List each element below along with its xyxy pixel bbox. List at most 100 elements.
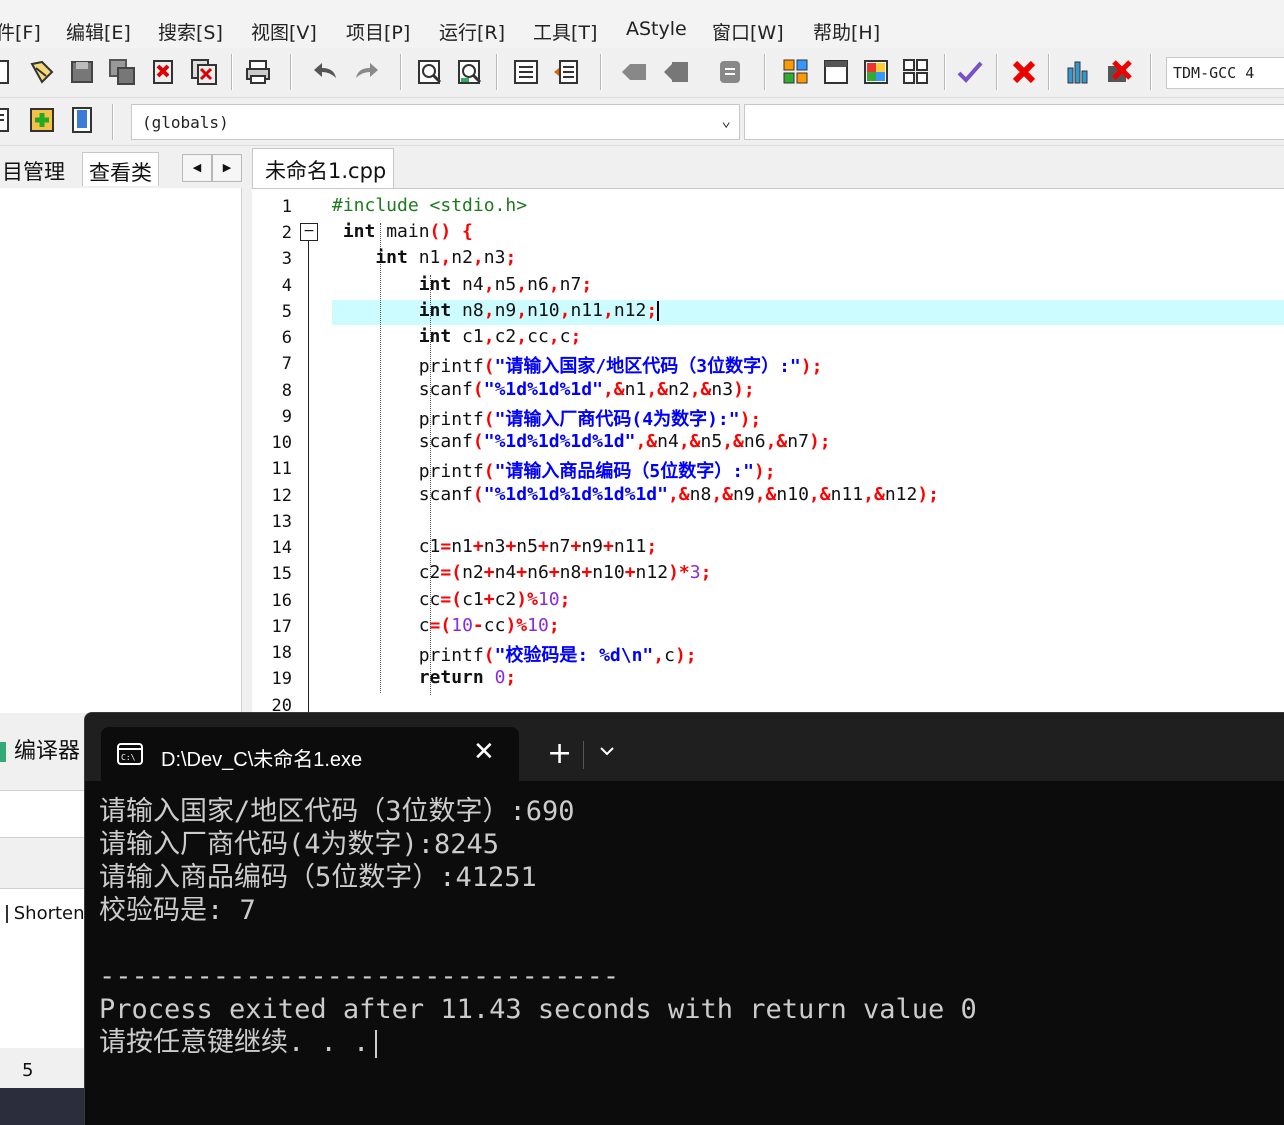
- close-all-icon[interactable]: [190, 58, 218, 86]
- indent-icon[interactable]: [512, 58, 540, 86]
- tab-scroll-right-icon[interactable]: ▶: [212, 154, 242, 182]
- toolbar-separator: [764, 54, 766, 90]
- close-icon[interactable]: [150, 58, 178, 86]
- compiler-icon: [0, 742, 6, 762]
- bookmark-prev-icon[interactable]: [620, 58, 648, 86]
- menu-search[interactable]: 搜索[S]: [158, 18, 223, 45]
- code-token: ,&: [722, 431, 744, 452]
- chevron-down-icon[interactable]: [597, 741, 617, 761]
- close-icon[interactable]: ✕: [473, 739, 495, 765]
- code-token: n3: [711, 379, 734, 400]
- line-number: 17: [271, 617, 292, 637]
- member-select[interactable]: [744, 104, 1284, 140]
- menu-help[interactable]: 帮助[H]: [813, 18, 880, 45]
- layout-icon[interactable]: [862, 58, 890, 86]
- menu-window[interactable]: 窗口[W]: [712, 18, 784, 45]
- code-token: n6: [527, 562, 549, 583]
- code-token: -: [472, 615, 484, 636]
- menu-astyle[interactable]: AStyle: [626, 18, 687, 40]
- code-token: printf: [332, 356, 484, 377]
- tab-classes[interactable]: 查看类: [82, 152, 159, 186]
- grid-icon[interactable]: [902, 58, 930, 86]
- code-token: c1: [462, 326, 484, 347]
- code-token: );: [674, 645, 697, 666]
- line-number: 18: [271, 643, 292, 663]
- code-token: c2: [494, 589, 517, 610]
- menu-run[interactable]: 运行[R]: [439, 18, 505, 45]
- code-line: int n4,n5,n6,n7;: [332, 274, 592, 295]
- replace-icon[interactable]: [456, 58, 484, 86]
- window-icon[interactable]: [822, 58, 850, 86]
- undo-icon[interactable]: [312, 58, 340, 86]
- console-tab[interactable]: C:\ D:\Dev_C\未命名1.exe ✕: [101, 727, 519, 781]
- redo-icon[interactable]: [352, 58, 380, 86]
- code-token: ,: [602, 300, 614, 321]
- code-token: n2: [462, 562, 484, 583]
- code-token: ;: [700, 562, 712, 583]
- bookmark-icon[interactable]: [68, 106, 96, 134]
- console-window[interactable]: C:\ D:\Dev_C\未命名1.exe ✕ + 请输入国家/地区代码（3位数…: [84, 712, 1284, 1125]
- menu-edit[interactable]: 编辑[E]: [66, 18, 131, 45]
- chart-icon[interactable]: [1064, 58, 1092, 86]
- open-icon[interactable]: [28, 58, 56, 86]
- code-token: n8: [689, 484, 712, 505]
- check-icon[interactable]: [956, 58, 984, 86]
- line-number: 20: [271, 696, 292, 713]
- tab-compiler[interactable]: 编译器: [0, 733, 80, 765]
- menu-project[interactable]: 项目[P]: [346, 18, 410, 45]
- code-token: ,: [653, 645, 665, 666]
- shorten-checkbox[interactable]: Shorten: [6, 903, 85, 924]
- save-all-icon[interactable]: [108, 58, 136, 86]
- code-token: n1: [418, 247, 441, 268]
- code-token: printf: [332, 645, 484, 666]
- tab-scroll-left-icon[interactable]: ◀: [182, 154, 212, 182]
- tab-project[interactable]: 目管理: [0, 152, 71, 186]
- unindent-icon[interactable]: [552, 58, 580, 86]
- scope-value: (globals): [142, 113, 229, 132]
- code-token: c1: [462, 589, 484, 610]
- menu-view[interactable]: 视图[V]: [251, 18, 317, 45]
- fold-collapse-icon[interactable]: −: [300, 223, 318, 241]
- debug-icon[interactable]: [1104, 58, 1132, 86]
- comment-icon[interactable]: [716, 58, 744, 86]
- code-token: (: [472, 431, 484, 452]
- code-line: scanf("%1d%1d%1d%1d",&n4,&n5,&n6,&n7);: [332, 431, 831, 452]
- line-number: 2: [281, 223, 292, 243]
- code-token: n6: [743, 431, 766, 452]
- code-token: ;: [646, 536, 658, 557]
- panel-splitter[interactable]: [242, 188, 252, 713]
- code-token: ;: [559, 589, 571, 610]
- line-number: 3: [281, 249, 292, 269]
- code-token: 3: [689, 562, 701, 583]
- code-token: () {: [429, 221, 473, 242]
- new-file-icon[interactable]: [0, 58, 14, 86]
- code-line: printf("请输入国家/地区代码（3位数字）:");: [332, 352, 823, 378]
- scope-select[interactable]: (globals) ⌄: [131, 104, 740, 140]
- class-browser-icon[interactable]: [0, 106, 14, 134]
- menu-file[interactable]: 件[F]: [0, 18, 41, 45]
- line-number: 8: [281, 381, 292, 401]
- bookmark-next-icon[interactable]: [662, 58, 690, 86]
- code-token: "请输入国家/地区代码（3位数字）:": [494, 356, 801, 377]
- new-tab-icon[interactable]: +: [547, 739, 572, 769]
- find-icon[interactable]: [416, 58, 444, 86]
- code-token: ,&: [689, 379, 712, 400]
- code-token: n1: [451, 536, 473, 557]
- code-editor[interactable]: 1 2 3 4 5 6 7 8 9 10 11 12 13 14 15 16 1…: [252, 188, 1284, 713]
- menu-tools[interactable]: 工具[T]: [533, 18, 597, 45]
- tab-file[interactable]: 未命名1.cpp: [252, 148, 394, 188]
- fold-line: [308, 231, 309, 713]
- new-project-icon[interactable]: [782, 58, 810, 86]
- compiler-select[interactable]: TDM-GCC 4: [1166, 57, 1284, 89]
- save-icon[interactable]: [68, 58, 96, 86]
- code-token: c1: [332, 536, 441, 557]
- code-token: c2: [332, 562, 441, 583]
- code-token: n4: [462, 274, 484, 295]
- code-token: +: [516, 562, 528, 583]
- abort-icon[interactable]: [1010, 58, 1038, 86]
- print-icon[interactable]: [244, 58, 272, 86]
- add-icon[interactable]: [28, 106, 56, 134]
- code-line: int c1,c2,cc,c;: [332, 326, 582, 347]
- compiler-output-box: [0, 790, 90, 838]
- code-token: );: [808, 431, 831, 452]
